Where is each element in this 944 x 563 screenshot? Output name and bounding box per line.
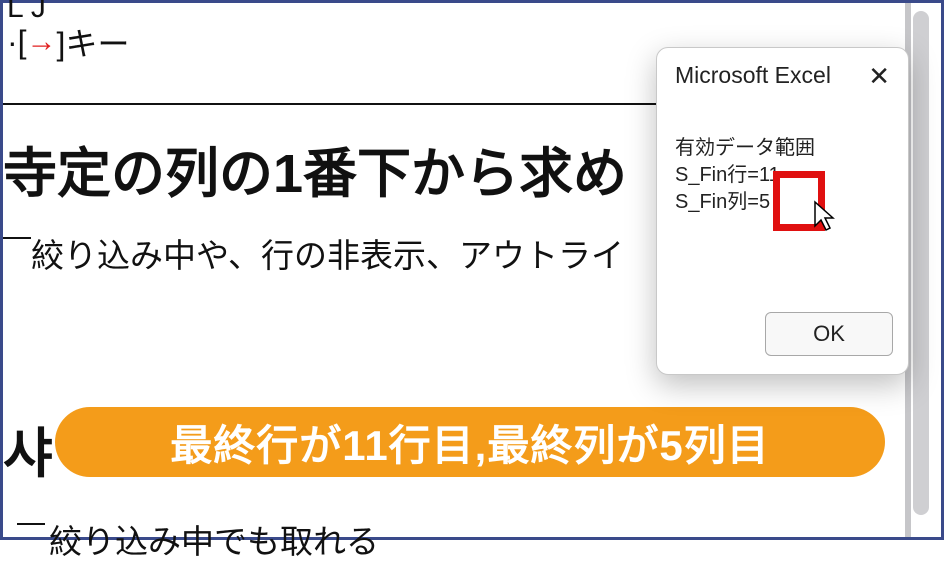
dialog-line-3: S_Fin列=5 — [675, 189, 890, 216]
arrow-right-icon: → — [27, 25, 57, 59]
sfin-col-label: S_Fin列= — [675, 191, 759, 213]
message-box: Microsoft Excel ✕ 有効データ範囲 S_Fin行=11 S_Fi… — [656, 47, 909, 375]
key-bracket-close: ]キー — [57, 19, 130, 65]
vertical-scrollbar[interactable] — [913, 11, 929, 515]
key-hint-line: ·[ → ]キー — [7, 19, 129, 65]
dialog-line-1: 有効データ範囲 — [675, 135, 890, 162]
ok-button[interactable]: OK — [765, 312, 893, 356]
section-heading: 寺定の列の1番下から求め — [3, 129, 627, 208]
sfin-col-value: 5 — [759, 191, 770, 213]
key-bracket-open: ·[ — [7, 24, 27, 61]
dash-icon — [3, 237, 31, 239]
sfin-row-label: S_Fin行= — [675, 164, 759, 186]
close-icon[interactable]: ✕ — [868, 63, 890, 89]
dash-icon — [17, 523, 45, 525]
sfin-row-value: 11 — [759, 164, 780, 186]
dialog-line-2: S_Fin行=11 — [675, 162, 890, 189]
section-subtext-2: 絞り込み中でも取れる — [49, 515, 379, 563]
caption-overlay: 最終行が11行目,最終列が5列目 — [55, 407, 885, 477]
text-fragment-left: 샤 — [3, 409, 53, 488]
caption-text: 最終行が11行目,最終列が5列目 — [170, 412, 769, 473]
section-subtext: 絞り込み中や、行の非表示、アウトライ — [31, 229, 624, 277]
dialog-body: 有効データ範囲 S_Fin行=11 S_Fin列=5 — [675, 135, 890, 216]
dialog-titlebar: Microsoft Excel ✕ — [675, 62, 890, 89]
dialog-title: Microsoft Excel — [675, 62, 831, 89]
